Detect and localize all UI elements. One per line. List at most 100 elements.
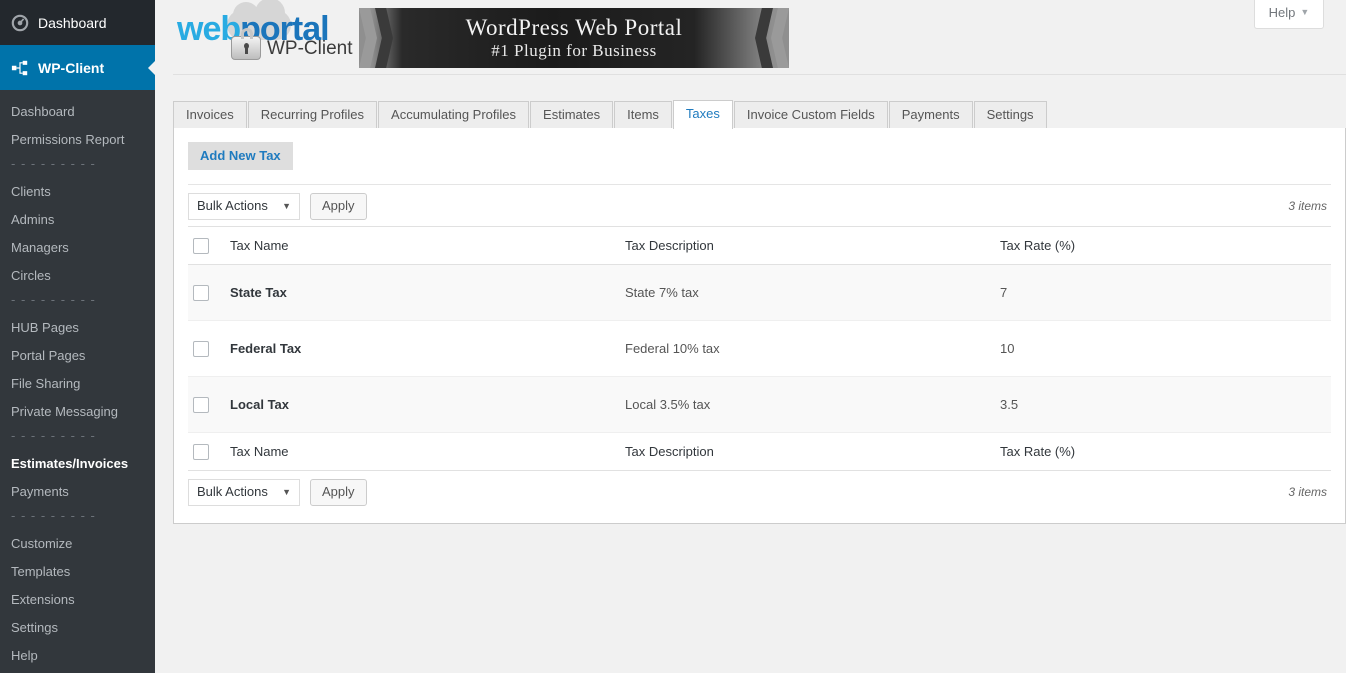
sidebar-item-settings[interactable]: Settings — [0, 614, 155, 642]
chevron-left-inner-icon — [375, 8, 393, 68]
table-row: Federal Tax Federal 10% tax 10 — [188, 320, 1331, 377]
banner-subtitle: #1 Plugin for Business — [491, 41, 657, 60]
row-checkbox[interactable] — [193, 396, 209, 413]
select-all-footer — [188, 432, 230, 471]
sidebar-item-private-messaging[interactable]: Private Messaging — [0, 398, 155, 426]
tab-estimates[interactable]: Estimates — [530, 101, 614, 129]
taxes-panel: Add New Tax Bulk Actions ▼ Apply 3 items — [173, 128, 1346, 524]
tab-payments[interactable]: Payments — [888, 101, 973, 129]
tax-rate-cell: 10 — [1000, 320, 1331, 377]
sidebar-item-dashboard[interactable]: Dashboard — [0, 98, 155, 126]
sidebar-dashboard-label: Dashboard — [38, 14, 107, 31]
add-new-tax-button[interactable]: Add New Tax — [188, 142, 293, 170]
tax-description-cell: Federal 10% tax — [625, 320, 1000, 377]
tab-recurring-profiles[interactable]: Recurring Profiles — [247, 101, 378, 129]
brand-banner-row: webportal WP-Client WordPress Web Portal… — [155, 0, 1346, 68]
tax-rate-cell: 3.5 — [1000, 376, 1331, 433]
sidebar-item-dashboard[interactable]: Dashboard — [0, 0, 155, 45]
tab-invoices[interactable]: Invoices — [173, 101, 247, 129]
admin-sidebar: Dashboard WP-Client Dashboard Permissions… — [0, 0, 156, 673]
help-button-label: Help — [1268, 5, 1296, 20]
sidebar-separator: - - - - - - - - - — [11, 428, 96, 443]
table-head: Tax Name Tax Description Tax Rate (%) — [188, 226, 1331, 265]
taxes-table: Tax Name Tax Description Tax Rate (%) St… — [188, 226, 1331, 471]
table-row: State Tax State 7% tax 7 — [188, 264, 1331, 321]
tax-name-cell: State Tax — [230, 264, 625, 321]
row-select-cell — [188, 376, 230, 433]
table-body: State Tax State 7% tax 7 Federal Tax Federal… — [188, 264, 1331, 433]
promo-banner: WordPress Web Portal #1 Plugin for Busin… — [359, 8, 789, 68]
select-all-checkbox-top[interactable] — [193, 237, 209, 254]
add-new-tax-row: Add New Tax — [174, 128, 1345, 170]
sitemap-icon — [11, 59, 29, 77]
row-checkbox[interactable] — [193, 284, 209, 301]
sidebar-separator: - - - - - - - - - — [11, 156, 96, 171]
tab-taxes[interactable]: Taxes — [672, 100, 733, 129]
row-checkbox[interactable] — [193, 340, 209, 357]
row-select-cell — [188, 264, 230, 321]
table-header-row: Tax Name Tax Description Tax Rate (%) — [188, 226, 1331, 265]
sidebar-item-estimates-invoices[interactable]: Estimates/Invoices — [0, 450, 155, 478]
bulk-actions-select-top[interactable]: Bulk Actions ▼ — [188, 193, 300, 220]
page-root: Dashboard WP-Client Dashboard Permissions… — [0, 0, 1346, 673]
sidebar-item-portal-pages[interactable]: Portal Pages — [0, 342, 155, 370]
sidebar-item-permissions-report[interactable]: Permissions Report — [0, 126, 155, 154]
column-header-tax-rate[interactable]: Tax Rate (%) — [1000, 226, 1331, 265]
tab-invoice-custom-fields[interactable]: Invoice Custom Fields — [733, 101, 888, 129]
column-footer-tax-rate[interactable]: Tax Rate (%) — [1000, 432, 1331, 471]
help-tab-wrap: Help ▼ — [1254, 0, 1324, 29]
bulk-actions-select-bottom[interactable]: Bulk Actions ▼ — [188, 479, 300, 506]
bulk-actions-label-top: Bulk Actions — [197, 198, 268, 213]
select-all-header — [188, 226, 230, 265]
chevron-right-inner-icon — [755, 8, 773, 68]
sidebar-submenu: Dashboard Permissions Report - - - - - - -… — [0, 90, 155, 673]
sidebar-item-help[interactable]: Help — [0, 642, 155, 670]
webportal-logo: webportal WP-Client — [173, 0, 353, 66]
sidebar-item-extensions[interactable]: Extensions — [0, 586, 155, 614]
column-footer-tax-description[interactable]: Tax Description — [625, 432, 1000, 471]
apply-button-bottom[interactable]: Apply — [310, 479, 367, 506]
banner-title: WordPress Web Portal — [465, 15, 683, 40]
table-nav-bottom: Bulk Actions ▼ Apply 3 items — [174, 471, 1345, 512]
sidebar-item-circles[interactable]: Circles — [0, 262, 155, 290]
tax-description-cell: State 7% tax — [625, 264, 1000, 321]
sidebar-item-file-sharing[interactable]: File Sharing — [0, 370, 155, 398]
chevron-down-icon: ▼ — [282, 201, 291, 211]
sidebar-separator: - - - - - - - - - — [11, 292, 96, 307]
logo-subtitle: WP-Client — [267, 38, 353, 59]
padlock-icon — [231, 28, 261, 60]
padlock-keyhole — [244, 43, 249, 54]
table-nav-top: Bulk Actions ▼ Apply 3 items — [174, 185, 1345, 226]
banner-divider — [173, 74, 1346, 75]
tab-items[interactable]: Items — [614, 101, 672, 129]
sidebar-item-wp-client[interactable]: WP-Client — [0, 45, 156, 90]
sidebar-item-admins[interactable]: Admins — [0, 206, 155, 234]
sidebar-separator: - - - - - - - - - — [11, 508, 96, 523]
tax-name-cell: Federal Tax — [230, 320, 625, 377]
tab-accumulating-profiles[interactable]: Accumulating Profiles — [378, 101, 530, 129]
sidebar-item-managers[interactable]: Managers — [0, 234, 155, 262]
items-count-bottom: 3 items — [1288, 484, 1327, 499]
sidebar-item-hub-pages[interactable]: HUB Pages — [0, 314, 155, 342]
table-foot: Tax Name Tax Description Tax Rate (%) — [188, 432, 1331, 471]
tax-name-cell: Local Tax — [230, 376, 625, 433]
tab-bar: Invoices Recurring Profiles Accumulating P… — [173, 100, 1346, 129]
sidebar-item-customize[interactable]: Customize — [0, 530, 155, 558]
column-header-tax-name[interactable]: Tax Name — [230, 226, 625, 265]
apply-button-top[interactable]: Apply — [310, 193, 367, 220]
tax-rate-cell: 7 — [1000, 264, 1331, 321]
table-row: Local Tax Local 3.5% tax 3.5 — [188, 376, 1331, 433]
sidebar-item-payments[interactable]: Payments — [0, 478, 155, 506]
sidebar-item-clients[interactable]: Clients — [0, 178, 155, 206]
chevron-left-outer-icon — [359, 8, 377, 68]
row-select-cell — [188, 320, 230, 377]
chevron-down-icon: ▼ — [1300, 7, 1310, 17]
table-footer-row: Tax Name Tax Description Tax Rate (%) — [188, 432, 1331, 471]
sidebar-item-templates[interactable]: Templates — [0, 558, 155, 586]
chevron-right-outer-icon — [771, 8, 789, 68]
column-footer-tax-name[interactable]: Tax Name — [230, 432, 625, 471]
tab-settings[interactable]: Settings — [973, 101, 1047, 129]
column-header-tax-description[interactable]: Tax Description — [625, 226, 1000, 265]
help-button[interactable]: Help ▼ — [1254, 0, 1324, 29]
select-all-checkbox-bottom[interactable] — [193, 443, 209, 460]
